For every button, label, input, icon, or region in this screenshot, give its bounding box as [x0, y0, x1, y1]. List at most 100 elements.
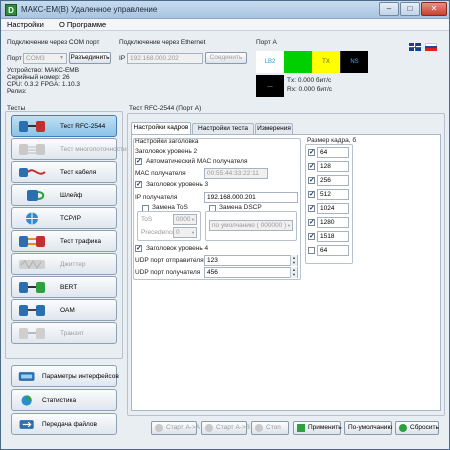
test-bert-button[interactable]: BERT [11, 276, 117, 298]
file-transfer-button[interactable]: Передача файлов [11, 413, 117, 435]
dscp-replace-label: Замена DSCP [219, 204, 262, 211]
frame-size-input[interactable]: 128 [317, 161, 349, 172]
led-ns: NS [340, 51, 368, 73]
frame-size-checkbox[interactable]: ✓ [308, 219, 315, 226]
device-info-line: Устройство: МАКС-ЕМВ [7, 67, 80, 74]
frame-size-input[interactable]: 1280 [317, 217, 349, 228]
menu-settings[interactable]: Настройки [7, 20, 44, 29]
precedence-label: Precedence [141, 229, 176, 236]
test-oam-button[interactable]: OAM [11, 299, 117, 321]
oam-icon [19, 305, 45, 316]
apply-button[interactable]: Применить [293, 421, 342, 435]
loop-icon [27, 190, 45, 201]
ethernet-ip-input[interactable]: 192.168.000.202 [127, 53, 203, 64]
main-window: D МАКС-ЕМ(В) Удаленное управление – □ ✕ … [0, 0, 450, 450]
minimize-button[interactable]: – [379, 2, 399, 16]
udp-src-spinner[interactable]: ▲ ▼ [290, 255, 297, 266]
interfaces-button[interactable]: Параметры интерфейсов [11, 365, 119, 387]
start-aa-button[interactable]: Старт А->А [151, 421, 200, 435]
tos-replace-label: Замена ToS [152, 204, 188, 211]
auto-mac-checkbox[interactable]: ✓ [135, 158, 142, 165]
close-button[interactable]: ✕ [421, 2, 447, 16]
start-ab-button[interactable]: Старт А->В [201, 421, 250, 435]
l4-header-label: Заголовок уровень 4 [146, 245, 209, 252]
led-lb2: LB2 [256, 51, 284, 73]
l3-header-label: Заголовок уровень 3 [146, 181, 209, 188]
interfaces-icon [18, 372, 35, 381]
com-port-select[interactable]: COM3 ▼ [23, 53, 67, 64]
test-tcpip-button[interactable]: TCP/IP [11, 207, 117, 229]
tos-select[interactable]: 0000 ▼ [173, 214, 197, 225]
udp-dst-spinner[interactable]: ▲ ▼ [290, 267, 297, 278]
com-port-label: Порт [7, 55, 22, 62]
frame-size-input[interactable]: 1024 [317, 203, 349, 214]
window-title: МАКС-ЕМ(В) Удаленное управление [21, 5, 158, 14]
ethernet-ip-label: IP [119, 55, 126, 62]
test-label: Тест многопоточности [60, 146, 127, 153]
frame-size-checkbox[interactable]: ✓ [308, 205, 315, 212]
udp-dst-input[interactable]: 456 [204, 267, 298, 278]
frame-size-checkbox[interactable]: ✓ [308, 177, 315, 184]
menu-about[interactable]: О Программе [59, 20, 106, 29]
stop-button[interactable]: Стоп [251, 421, 289, 435]
file-transfer-label: Передача файлов [42, 421, 97, 428]
file-transfer-icon [19, 420, 34, 429]
test-rfc2544-button[interactable]: Тест RFC-2544 [11, 115, 117, 137]
test-loop-button[interactable]: Шлейф [11, 184, 117, 206]
tcpip-icon [26, 212, 38, 225]
frame-size-input[interactable]: 512 [317, 189, 349, 200]
default-button[interactable]: По-умолчанию [344, 421, 392, 435]
frame-size-checkbox[interactable]: ✓ [308, 191, 315, 198]
dst-mac-label: МАС получателя [135, 170, 186, 177]
statistics-button[interactable]: Статистика [11, 389, 117, 411]
dst-ip-input[interactable]: 192.168.000.201 [204, 192, 298, 203]
test-label: OAM [60, 307, 75, 314]
chevron-down-icon: ▼ [59, 55, 64, 61]
frame-size-checkbox[interactable] [308, 247, 315, 254]
frame-size-input[interactable]: 1518 [317, 231, 349, 242]
tab-frame-settings[interactable]: Настройки кадров [131, 122, 191, 134]
multistream-icon [19, 144, 45, 155]
l3-header-checkbox[interactable]: ✓ [135, 181, 142, 188]
chevron-down-icon: ▼ [287, 223, 291, 228]
ru-flag-icon[interactable] [425, 43, 437, 51]
tx-rate: Tx: 0.000 бит/с [287, 77, 332, 84]
frame-size-input[interactable]: 64 [317, 147, 349, 158]
device-info-line: Релиз: [7, 88, 27, 95]
disconnect-button[interactable]: Разъединить [69, 52, 111, 64]
connect-button[interactable]: Соединить [205, 52, 247, 64]
maximize-button[interactable]: □ [400, 2, 420, 16]
com-group-label: Подключение через COM порт [7, 39, 100, 46]
tos-label: ToS [141, 216, 153, 223]
frame-size-checkbox[interactable]: ✓ [308, 149, 315, 156]
en-flag-icon[interactable] [409, 43, 421, 51]
tab-test-settings[interactable]: Настройки теста [192, 123, 254, 134]
frame-size-checkbox[interactable]: ✓ [308, 163, 315, 170]
chevron-down-icon: ▼ [191, 230, 195, 235]
udp-src-input[interactable]: 123 [204, 255, 298, 266]
test-transit-button[interactable]: Транзит [11, 322, 117, 344]
udp-src-label: UDP порт отправителя [135, 257, 204, 264]
precedence-select[interactable]: 0 ▼ [173, 227, 197, 238]
dst-mac-input[interactable]: 00:55:44:33:22:11 [204, 168, 268, 179]
panel-title: Тест RFC-2544 (Порт А) [129, 105, 202, 112]
test-jitter-button[interactable]: Джиттер [11, 253, 117, 275]
test-traffic-button[interactable]: Тест трафика [11, 230, 117, 252]
auto-mac-label: Автоматический МАС получателя [146, 158, 248, 165]
test-cable-button[interactable]: Тест кабеля [11, 161, 117, 183]
cable-icon [19, 168, 46, 177]
frame-size-checkbox[interactable]: ✓ [308, 233, 315, 240]
tab-measurements[interactable]: Измерения [255, 123, 293, 134]
frame-size-label: Размер кадра, б [307, 137, 357, 144]
frame-size-input[interactable]: 256 [317, 175, 349, 186]
frame-size-input[interactable]: 64 [317, 245, 349, 256]
statistics-label: Статистика [42, 397, 77, 404]
bert-icon [19, 282, 45, 293]
device-info-line: CPU: 0.3.2 FPGA: 1.10.3 [7, 81, 80, 88]
reset-button[interactable]: Сбросить [395, 421, 439, 435]
interfaces-label: Параметры интерфейсов [42, 373, 119, 380]
dscp-select[interactable]: по умолчанию ( 000000 ) ▼ [209, 220, 293, 231]
l4-header-checkbox[interactable]: ✓ [135, 245, 142, 252]
test-label: Тест RFC-2544 [60, 123, 106, 130]
test-multistream-button[interactable]: Тест многопоточности [11, 138, 127, 160]
